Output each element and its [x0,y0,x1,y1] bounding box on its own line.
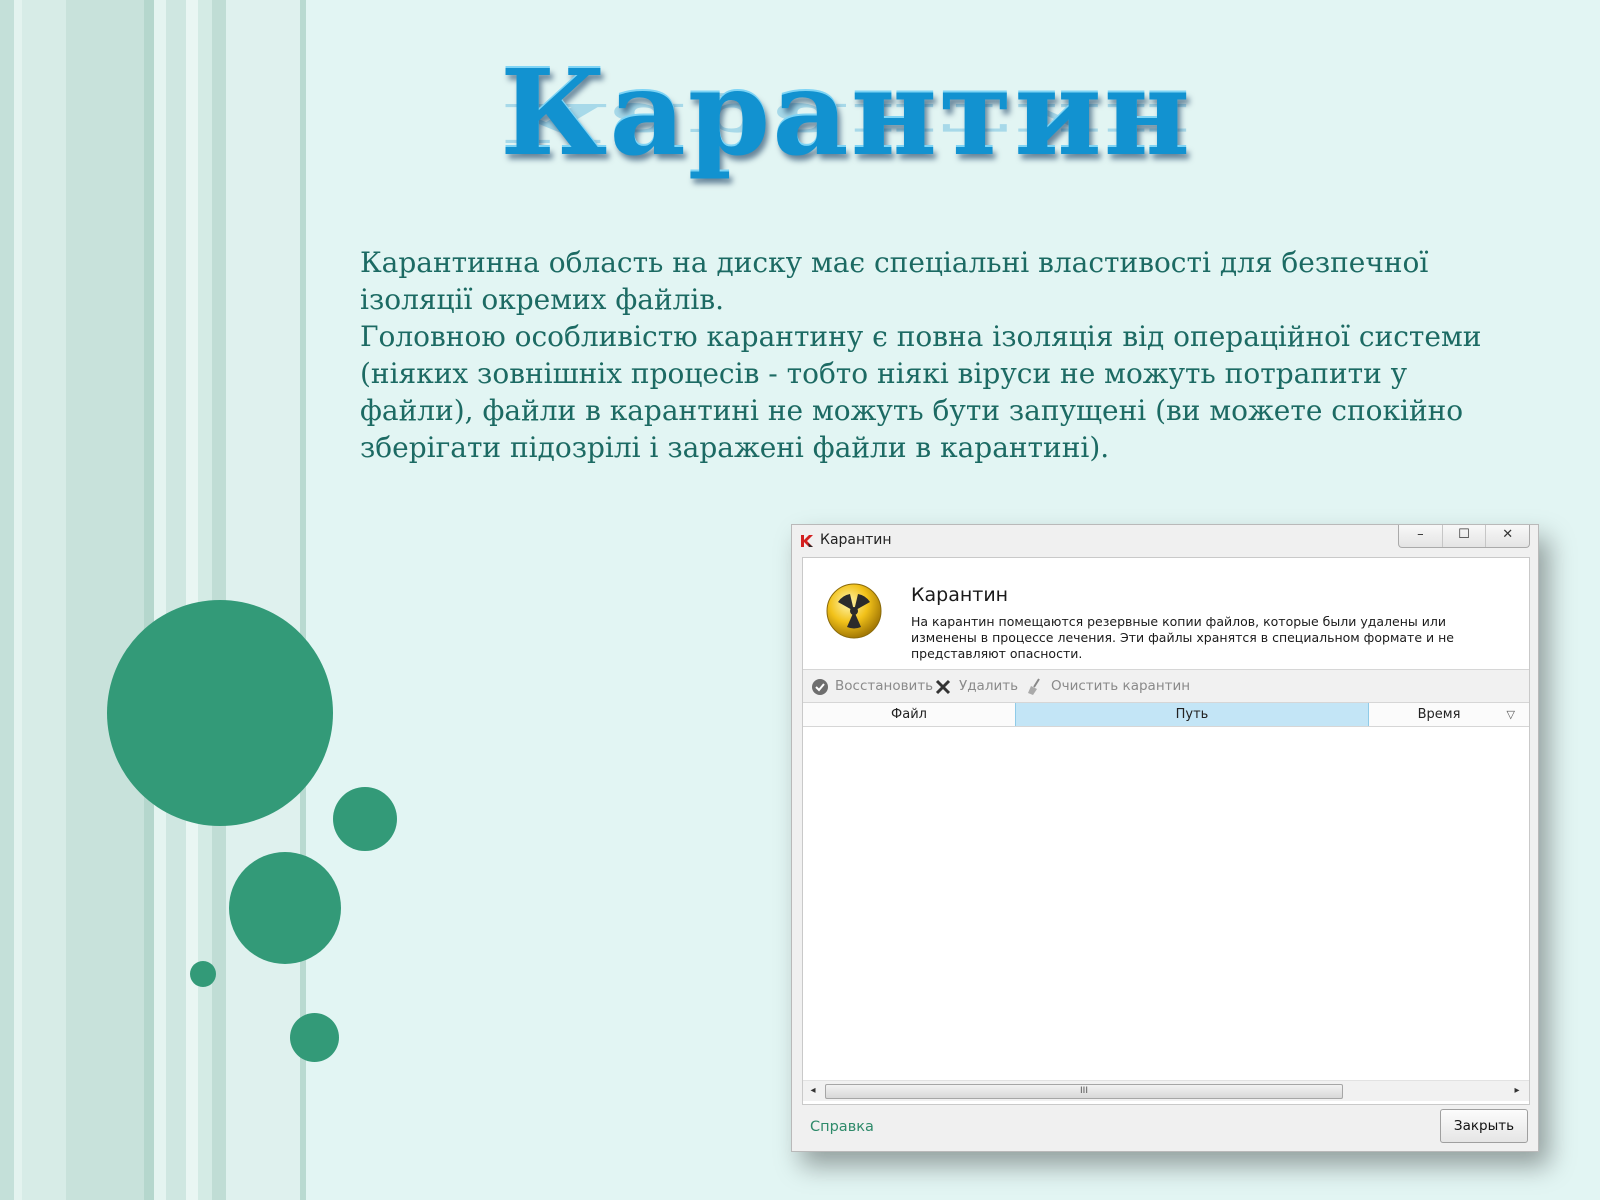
maximize-button[interactable]: ☐ [1441,525,1486,547]
scrollbar-thumb[interactable]: III [825,1084,1343,1099]
stripe [166,0,186,1200]
stripe [14,0,22,1200]
minimize-button[interactable]: – [1399,525,1442,547]
decorative-stripes [0,0,310,1200]
scroll-left-icon[interactable]: ◂ [805,1081,821,1101]
stripe [154,0,166,1200]
slide-title-text: Карантин [500,43,1193,182]
restore-check-icon [812,679,828,695]
stripe [226,0,300,1200]
paragraph-1: Карантинна область на диску має спеціаль… [360,246,1429,316]
decorative-circle [333,787,397,851]
column-header-file[interactable]: Файл [803,703,1015,726]
stripe [66,0,144,1200]
quarantine-list[interactable] [803,727,1529,1070]
slide-body: Карантинна область на диску має спеціаль… [360,244,1500,466]
paragraph-2: Головною особливістю карантину є повна і… [360,320,1482,464]
radiation-icon [826,583,882,639]
close-button[interactable]: Закрыть [1440,1109,1528,1143]
close-window-button[interactable]: ✕ [1485,525,1529,547]
slide-title: Карантин Карантин [500,38,1192,208]
toolbar: Восстановить Удалить Очистить карантин [803,669,1529,703]
horizontal-scrollbar[interactable]: ◂ III ▸ [803,1080,1529,1101]
table-header: Файл Путь Время ▽ [803,703,1529,727]
scroll-right-icon[interactable]: ▸ [1509,1081,1525,1101]
window-title: Карантин [820,532,892,548]
decorative-circle [190,961,216,987]
stripe [186,0,198,1200]
stripe [22,0,66,1200]
column-header-path[interactable]: Путь [1015,703,1369,726]
broom-icon [1028,678,1040,695]
help-link[interactable]: Справка [810,1119,874,1135]
stripe [144,0,154,1200]
window-controls: – ☐ ✕ [1398,525,1530,548]
window-titlebar[interactable]: Карантин – ☐ ✕ [792,525,1538,557]
quarantine-panel: Карантин На карантин помещаются резервны… [802,557,1530,1105]
decorative-circle [107,600,333,826]
delete-button[interactable]: Удалить [959,670,1018,702]
panel-heading: Карантин [911,584,1009,606]
stripe [0,0,14,1200]
sort-triangle-icon[interactable]: ▽ [1507,703,1515,726]
column-header-time[interactable]: Время [1369,703,1509,726]
decorative-circle [290,1013,339,1062]
quarantine-window: Карантин – ☐ ✕ Карантин На карантин поме… [791,524,1539,1152]
panel-description: На карантин помещаются резервные копии ф… [911,614,1454,661]
kaspersky-k-icon [801,535,813,547]
clear-quarantine-button[interactable]: Очистить карантин [1051,670,1190,702]
delete-x-icon [935,679,951,695]
restore-button[interactable]: Восстановить [835,670,933,702]
decorative-circle [229,852,341,964]
